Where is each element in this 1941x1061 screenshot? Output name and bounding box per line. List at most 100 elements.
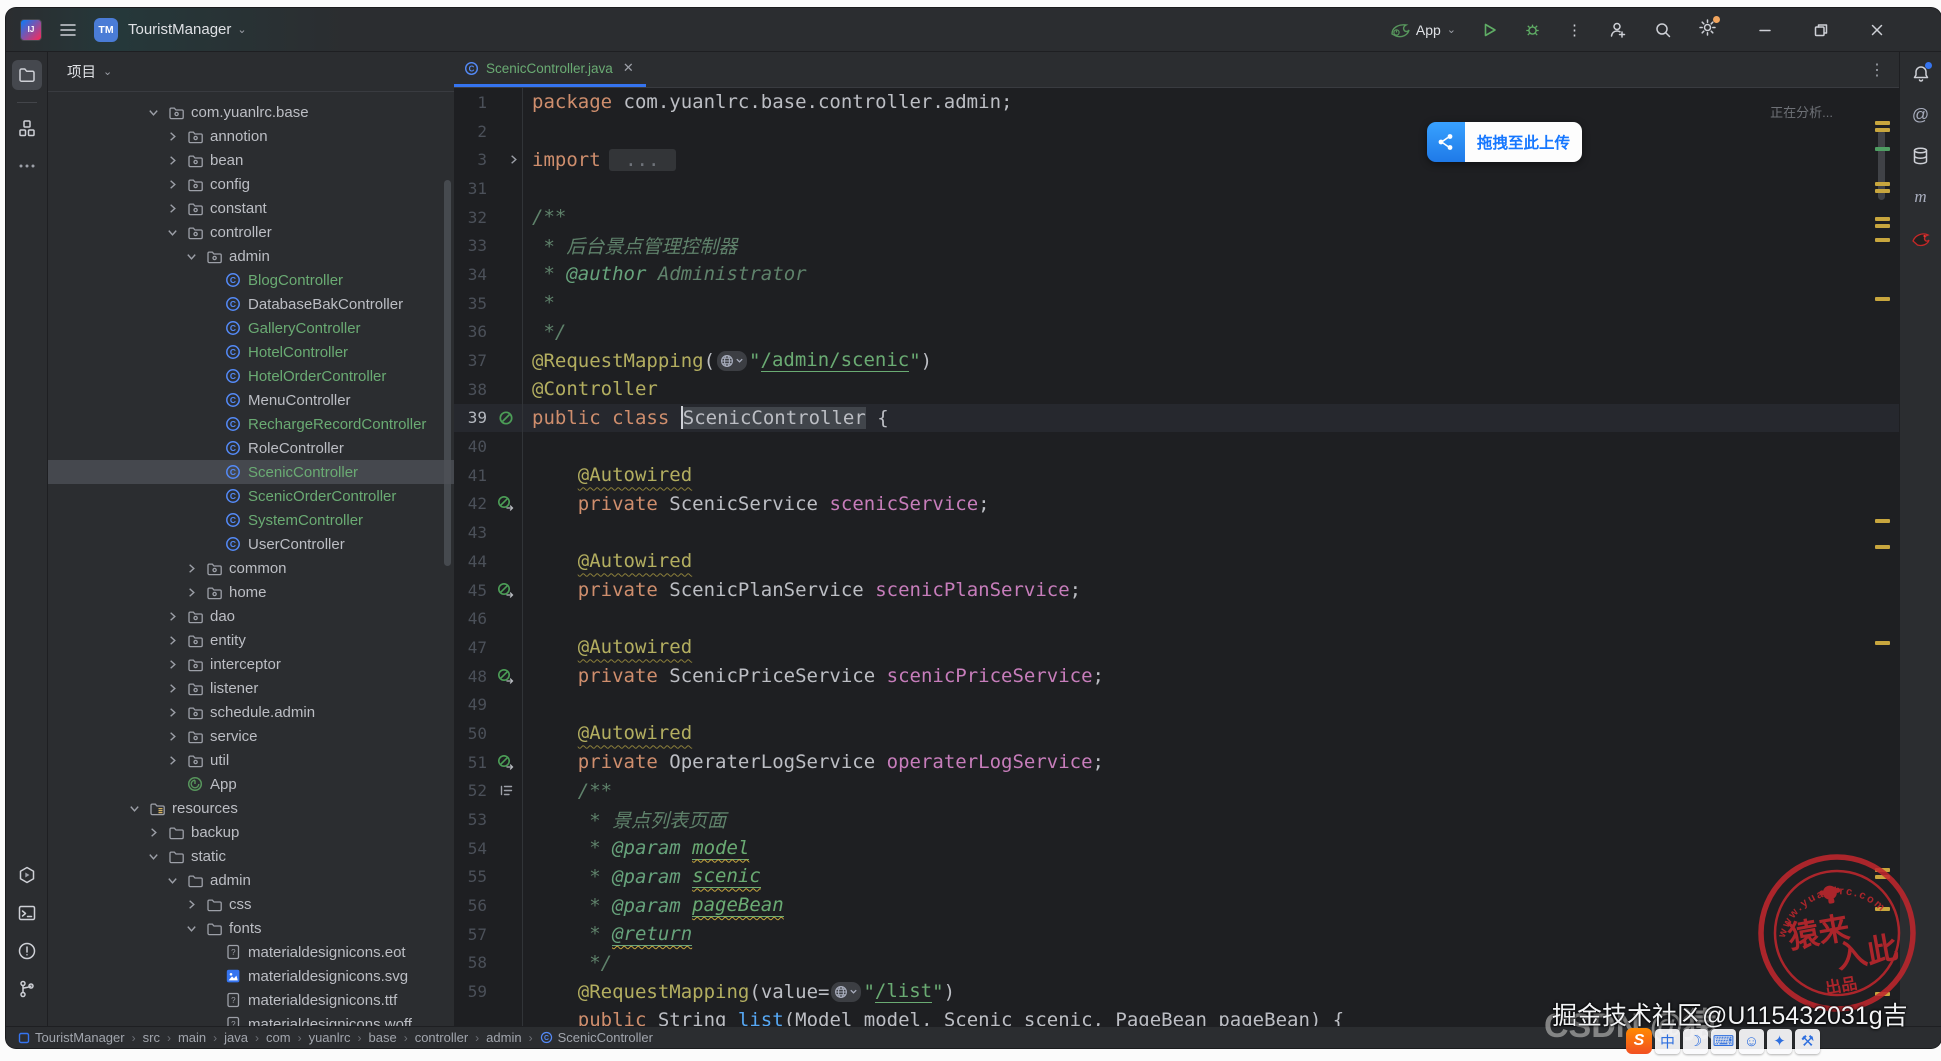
- url-globe-icon[interactable]: [831, 981, 862, 1002]
- code-line-text[interactable]: public String list (Model model, Scenic s…: [522, 1006, 1899, 1026]
- code-line-text[interactable]: */: [522, 948, 1899, 978]
- tree-item-materialdesignicons-svg[interactable]: materialdesignicons.svg: [48, 964, 454, 988]
- breadcrumb-item[interactable]: main: [178, 1030, 206, 1045]
- terminal-tool-button[interactable]: [12, 898, 42, 928]
- chevron-expanded-icon[interactable]: [128, 802, 148, 815]
- tree-item-gallerycontroller[interactable]: C GalleryController: [48, 316, 454, 340]
- tree-item-admin[interactable]: admin: [48, 868, 454, 892]
- code-line-text[interactable]: */: [522, 317, 1899, 347]
- tree-item-fonts[interactable]: fonts: [48, 916, 454, 940]
- code-line-text[interactable]: [522, 432, 1899, 461]
- code-line-text[interactable]: [522, 604, 1899, 634]
- chevron-expanded-icon[interactable]: [166, 874, 186, 887]
- commit-tool-button[interactable]: [12, 113, 42, 143]
- chevron-collapsed-icon[interactable]: [166, 634, 186, 647]
- tree-item-util[interactable]: util: [48, 748, 454, 772]
- status-project[interactable]: TouristManager: [18, 1030, 125, 1045]
- warning-stripe-mark[interactable]: [1875, 519, 1890, 523]
- run-button[interactable]: [1482, 22, 1498, 38]
- version-control-tool-button[interactable]: [12, 974, 42, 1004]
- code-line-text[interactable]: public class ScenicController {: [522, 403, 1899, 433]
- problems-tool-button[interactable]: [12, 936, 42, 966]
- breadcrumb-item[interactable]: com: [266, 1030, 291, 1045]
- restore-window-button[interactable]: [1813, 22, 1829, 38]
- code-line-text[interactable]: @Autowired: [522, 633, 1899, 662]
- tree-item-bean[interactable]: bean: [48, 148, 454, 172]
- ime-tool-icon-3[interactable]: ☺: [1739, 1028, 1764, 1054]
- breadcrumb-item[interactable]: base: [368, 1030, 396, 1045]
- tree-item-listener[interactable]: listener: [48, 676, 454, 700]
- project-tree-scrollbar[interactable]: [444, 180, 451, 566]
- tree-item-backup[interactable]: backup: [48, 820, 454, 844]
- tree-item-schedule-admin[interactable]: schedule.admin: [48, 700, 454, 724]
- code-line-text[interactable]: @Autowired: [522, 547, 1899, 576]
- tree-item-rechargerecordcontroller[interactable]: C RechargeRecordController: [48, 412, 454, 436]
- code-line-text[interactable]: * @param pageBean: [522, 891, 1899, 920]
- warning-stripe-mark[interactable]: [1875, 992, 1890, 996]
- warning-stripe-mark[interactable]: [1875, 217, 1890, 221]
- code-line-text[interactable]: import ...: [522, 145, 1899, 175]
- tree-item-hotelordercontroller[interactable]: C HotelOrderController: [48, 364, 454, 388]
- autowired-bean-gutter-icon[interactable]: [490, 668, 522, 685]
- code-line-text[interactable]: [522, 116, 1899, 146]
- chevron-expanded-icon[interactable]: [147, 850, 167, 863]
- chevron-collapsed-icon[interactable]: [166, 658, 186, 671]
- ime-tool-icon-4[interactable]: ✦: [1767, 1028, 1792, 1054]
- search-everywhere-icon[interactable]: [1654, 21, 1672, 39]
- run-configuration-selector[interactable]: App ⌄: [1390, 21, 1456, 39]
- chevron-collapsed-icon[interactable]: [185, 898, 205, 911]
- tree-item-materialdesignicons-eot[interactable]: ? materialdesignicons.eot: [48, 940, 454, 964]
- code-line-text[interactable]: package com.yuanlrc.base.controller.admi…: [522, 88, 1899, 117]
- code-line-text[interactable]: * @author Administrator: [522, 260, 1899, 289]
- minimize-button[interactable]: [1757, 22, 1773, 38]
- tree-item-hotelcontroller[interactable]: C HotelController: [48, 340, 454, 364]
- code-line-text[interactable]: * 后台景点管理控制器: [522, 231, 1899, 261]
- tree-item-static[interactable]: static: [48, 844, 454, 868]
- sogou-ime-icon[interactable]: S: [1626, 1028, 1652, 1054]
- info-stripe-mark[interactable]: [1875, 147, 1890, 151]
- tree-item-blogcontroller[interactable]: C BlogController: [48, 268, 454, 292]
- close-window-button[interactable]: [1869, 22, 1885, 38]
- tree-item-config[interactable]: config: [48, 172, 454, 196]
- breadcrumb-item[interactable]: java: [224, 1030, 248, 1045]
- chevron-collapsed-icon[interactable]: [166, 754, 186, 767]
- warning-stripe-mark[interactable]: [1875, 121, 1890, 125]
- tree-item-controller[interactable]: controller: [48, 220, 454, 244]
- code-editor[interactable]: 正在分析... 1 package com.yuanlrc.base.contro…: [454, 88, 1899, 1026]
- chevron-collapsed-icon[interactable]: [166, 178, 186, 191]
- chevron-expanded-icon[interactable]: [185, 922, 205, 935]
- chevron-collapsed-icon[interactable]: [166, 682, 186, 695]
- warning-stripe-mark[interactable]: [1875, 224, 1890, 228]
- chevron-collapsed-icon[interactable]: [166, 730, 186, 743]
- code-line-text[interactable]: @RequestMapping("/admin/scenic "): [522, 346, 1899, 375]
- warning-stripe-mark[interactable]: [1875, 641, 1890, 645]
- chevron-collapsed-icon[interactable]: [166, 610, 186, 623]
- tree-item-common[interactable]: common: [48, 556, 454, 580]
- tree-item-sceniccontroller[interactable]: C ScenicController: [48, 460, 454, 484]
- code-line-text[interactable]: /**: [522, 202, 1899, 232]
- chevron-collapsed-icon[interactable]: [166, 202, 186, 215]
- more-tool-windows-button[interactable]: [12, 151, 42, 181]
- code-with-me-add-user-icon[interactable]: [1608, 21, 1628, 39]
- tree-item-materialdesignicons-woff[interactable]: ? materialdesignicons.woff: [48, 1012, 454, 1026]
- breadcrumb-class-item[interactable]: C ScenicController: [540, 1030, 653, 1045]
- tree-item-systemcontroller[interactable]: C SystemController: [48, 508, 454, 532]
- code-line-text[interactable]: [522, 518, 1899, 547]
- settings-button[interactable]: [1698, 15, 1720, 42]
- tree-item-resources[interactable]: resources: [48, 796, 454, 820]
- tree-item-menucontroller[interactable]: C MenuController: [48, 388, 454, 412]
- editor-options-kebab-icon[interactable]: ⋮: [1869, 60, 1885, 80]
- plugin-tool-button[interactable]: [1909, 226, 1933, 250]
- maven-tool-button[interactable]: m: [1909, 185, 1933, 209]
- project-widget[interactable]: TM TouristManager ⌄: [94, 17, 247, 42]
- code-line-text[interactable]: * @param model: [522, 833, 1899, 863]
- url-globe-icon[interactable]: [717, 350, 748, 371]
- tab-close-icon[interactable]: ✕: [623, 60, 634, 76]
- warning-stripe-mark[interactable]: [1875, 875, 1890, 879]
- more-actions-kebab-icon[interactable]: ⋮: [1567, 21, 1582, 39]
- warning-stripe-mark[interactable]: [1875, 545, 1890, 549]
- fold-arrow-icon[interactable]: [490, 153, 522, 166]
- ime-tool-icon-0[interactable]: 中: [1655, 1028, 1680, 1054]
- tree-item-interceptor[interactable]: interceptor: [48, 652, 454, 676]
- chevron-collapsed-icon[interactable]: [185, 586, 205, 599]
